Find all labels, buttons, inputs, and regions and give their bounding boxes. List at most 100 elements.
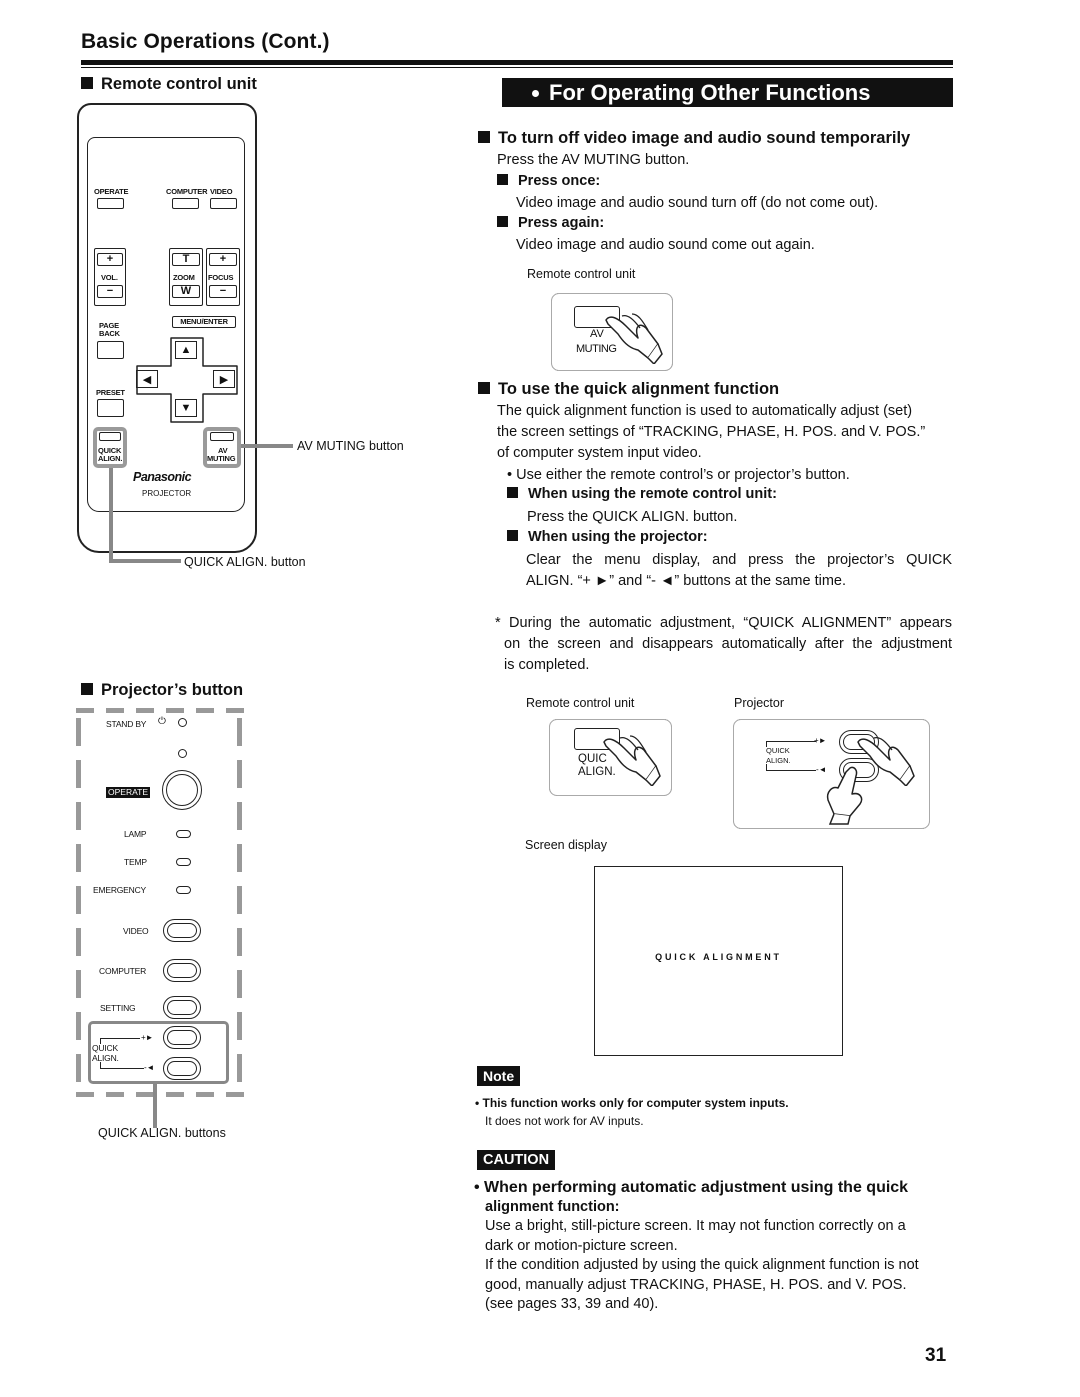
caution-line: good, manually adjust TRACKING, PHASE, H… — [485, 1276, 907, 1293]
standby-indicator-light — [178, 718, 187, 727]
arrow-down-icon: ▼ — [180, 402, 192, 414]
projector-setting-button[interactable] — [163, 996, 201, 1019]
remote-left-button[interactable]: ◀ — [136, 370, 158, 388]
projector-quick-align-plus-button[interactable] — [163, 1026, 201, 1049]
projector-quick-align-minus-button[interactable] — [163, 1057, 201, 1080]
note-tag: Note — [477, 1066, 521, 1086]
av-muting-leader-line — [241, 444, 293, 448]
description-line: the screen settings of “TRACKING, PHASE,… — [497, 424, 926, 440]
auto-adjust-footnote: * During the automatic adjustment, “QUIC… — [495, 613, 952, 676]
square-bullet-icon — [81, 77, 93, 89]
operate-indicator-light — [178, 749, 187, 758]
remote-video-button[interactable] — [210, 198, 237, 209]
remote-preset-label: PRESET — [96, 388, 125, 397]
projector-section-title: Projector’s button — [101, 681, 244, 699]
footnote-line: is completed. — [504, 657, 590, 673]
square-bullet-icon — [497, 174, 508, 185]
projector-section-heading: Projector’s button — [81, 681, 243, 700]
remote-back-label: BACK — [99, 329, 120, 338]
computer-label: COMPUTER — [99, 966, 147, 976]
pressing-hand-icon — [603, 735, 661, 786]
av-muting-section-title: To turn off video image and audio sound … — [498, 129, 911, 147]
remote-computer-button[interactable] — [172, 198, 199, 209]
remote-zoom-t-button[interactable]: T — [172, 253, 200, 266]
page-number: 31 — [925, 1345, 947, 1366]
minus-marker: -◄ — [144, 1063, 155, 1072]
arrow-up-icon: ▲ — [180, 344, 192, 356]
remote-section-title: Remote control unit — [101, 75, 257, 93]
quick-align-bracket-top — [100, 1038, 140, 1039]
operate-button[interactable] — [162, 770, 202, 810]
caution-line: If the condition adjusted by using the q… — [485, 1257, 919, 1273]
description-line: The quick alignment function is used to … — [497, 403, 913, 419]
remote-focus-minus-button[interactable]: − — [209, 285, 237, 298]
temp-label: TEMP — [124, 857, 147, 867]
caution-line: (see pages 33, 39 and 40). — [485, 1296, 659, 1312]
remote-muting-label: MUTING — [207, 454, 236, 463]
remote-quick-align-button[interactable] — [99, 432, 121, 441]
quick-align-bracket-bottom — [100, 1068, 144, 1069]
bullet-dot-icon — [532, 90, 539, 97]
quick-align-leader-line-horizontal — [109, 559, 181, 563]
remote-quick-align-illustration: QUIC ALIGN. — [549, 719, 672, 796]
header-rule — [81, 60, 953, 65]
illus-align-label: ALIGN. — [766, 756, 791, 765]
panasonic-logo: Panasonic — [133, 470, 192, 484]
square-bullet-icon — [497, 216, 508, 227]
remote-vol-plus-button[interactable]: + — [97, 253, 123, 266]
remote-focus-plus-button[interactable]: + — [209, 253, 237, 266]
header-rule-thin — [81, 67, 953, 68]
remote-method-heading: When using the remote control unit: — [507, 486, 777, 502]
av-muting-callout: AV MUTING button — [297, 439, 404, 453]
emergency-indicator — [176, 886, 191, 894]
page-header-title: Basic Operations (Cont.) — [81, 30, 330, 53]
footnote-line: on the screen and disappears automatical… — [504, 636, 952, 652]
video-label: VIDEO — [123, 926, 149, 936]
projector-method-line: Clear the menu display, and press the pr… — [526, 552, 952, 568]
plus-marker: +► — [141, 1033, 154, 1042]
av-muting-section-heading: To turn off video image and audio sound … — [478, 129, 910, 148]
press-again-text: Video image and audio sound come out aga… — [516, 237, 815, 253]
remote-operate-button[interactable] — [97, 198, 124, 209]
power-icon: ⏻ — [158, 716, 166, 727]
caution-line: Use a bright, still-picture screen. It m… — [485, 1218, 906, 1234]
note-line: It does not work for AV inputs. — [485, 1114, 644, 1128]
square-bullet-icon — [478, 131, 490, 143]
remote-right-button[interactable]: ▶ — [213, 370, 235, 388]
remote-vol-minus-button[interactable]: − — [97, 285, 123, 298]
setting-label: SETTING — [100, 1003, 136, 1013]
either-button-bullet: • Use either the remote control’s or pro… — [507, 467, 850, 483]
remote-video-label: VIDEO — [210, 187, 233, 196]
section-banner: For Operating Other Functions — [502, 78, 953, 107]
projector-method-heading: When using the projector: — [507, 529, 708, 545]
remote-method-title: When using the remote control unit: — [528, 486, 777, 502]
remote-menu-enter-button[interactable]: MENU/ENTER — [172, 316, 236, 328]
panel-border-top — [76, 708, 244, 713]
remote-zoom-w-button[interactable]: W — [172, 285, 200, 298]
remote-preset-button[interactable] — [97, 399, 124, 417]
caution-body: Use a bright, still-picture screen. It m… — [485, 1217, 919, 1315]
screen-display-caption: Screen display — [525, 838, 607, 852]
remote-zoom-label: ZOOM — [173, 273, 195, 282]
projector-computer-button[interactable] — [163, 959, 201, 982]
remote-vol-label: VOL. — [101, 273, 118, 282]
quick-align-callout: QUICK ALIGN. button — [184, 555, 306, 569]
remote-operate-label: OPERATE — [94, 187, 129, 196]
illus-bracket-bottom — [766, 770, 816, 771]
panel-border-bottom — [76, 1092, 244, 1097]
remote-section-heading: Remote control unit — [81, 75, 257, 94]
remote-av-muting-button[interactable] — [210, 432, 234, 441]
screen-display-text: QUICK ALIGNMENT — [655, 952, 782, 962]
arrow-left-icon: ◀ — [142, 373, 152, 386]
square-bullet-icon — [507, 487, 518, 498]
remote-up-button[interactable]: ▲ — [175, 341, 197, 359]
projector-video-button[interactable] — [163, 919, 201, 942]
remote-down-button[interactable]: ▼ — [175, 399, 197, 417]
remote-page-back-button[interactable] — [97, 341, 124, 359]
quick-align-section-heading: To use the quick alignment function — [478, 380, 779, 399]
illus-plus-marker: +► — [814, 736, 827, 745]
square-bullet-icon — [478, 382, 490, 394]
remote-model-label: PROJECTOR — [142, 489, 192, 498]
lamp-indicator — [176, 830, 191, 838]
press-again-title: Press again: — [518, 215, 605, 231]
